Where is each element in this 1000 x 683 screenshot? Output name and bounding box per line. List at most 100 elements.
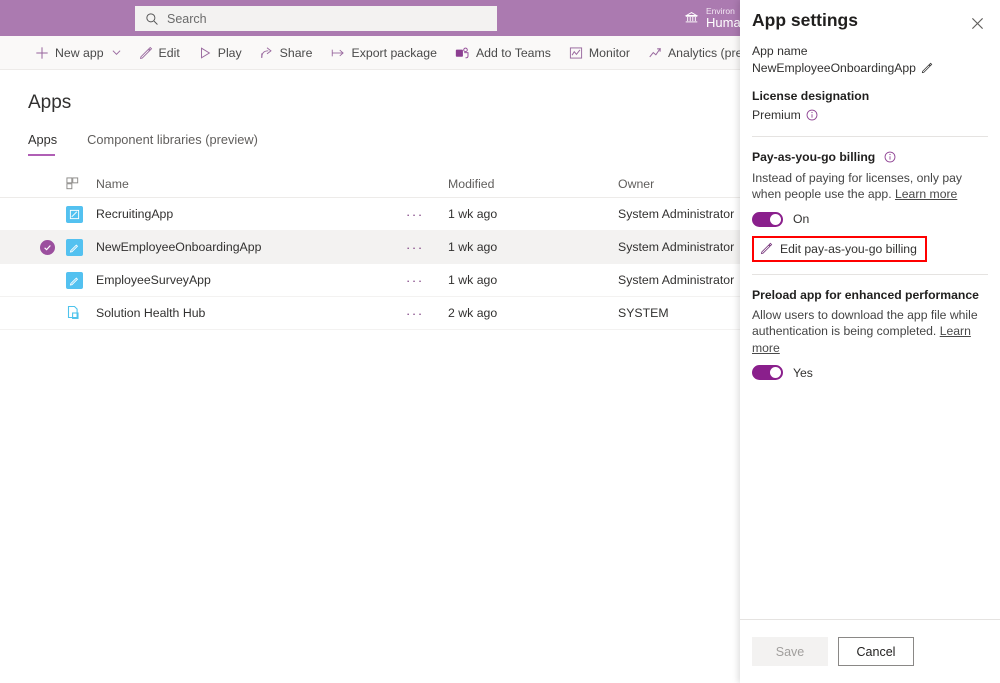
header-modified[interactable]: Modified xyxy=(448,177,618,191)
row-name[interactable]: Solution Health Hub xyxy=(96,306,406,320)
billing-description: Instead of paying for licenses, only pay… xyxy=(752,170,988,203)
command-label: Export package xyxy=(352,46,437,60)
edit-pay-as-you-go-billing-button[interactable]: Edit pay-as-you-go billing xyxy=(752,236,927,262)
command-new-app[interactable]: New app xyxy=(26,36,130,70)
command-edit[interactable]: Edit xyxy=(130,36,189,70)
pencil-icon xyxy=(921,62,933,74)
row-modified: 1 wk ago xyxy=(448,240,618,254)
billing-toggle-state: On xyxy=(793,212,809,226)
edit-app-name-button[interactable] xyxy=(921,62,933,74)
tab-apps[interactable]: Apps xyxy=(28,128,71,156)
billing-learn-more-link[interactable]: Learn more xyxy=(895,187,957,201)
table-header-row: Name Modified Owner xyxy=(0,170,740,198)
row-overflow-menu[interactable]: ··· xyxy=(406,240,448,255)
header-app-type[interactable] xyxy=(66,177,96,190)
environment-icon xyxy=(683,10,700,27)
row-overflow-menu[interactable]: ··· xyxy=(406,207,448,222)
license-row: Premium xyxy=(752,108,988,122)
command-label: Monitor xyxy=(589,46,630,60)
tab-component-libraries[interactable]: Component libraries (preview) xyxy=(87,128,272,156)
app-settings-panel: App settings App name NewEmployeeOnboard… xyxy=(740,0,1000,683)
panel-title: App settings xyxy=(752,10,858,31)
row-name[interactable]: RecruitingApp xyxy=(96,207,406,221)
preload-toggle-state: Yes xyxy=(793,366,813,380)
monitor-icon xyxy=(569,46,583,60)
table-row[interactable]: EmployeeSurveyApp ··· 1 wk ago System Ad… xyxy=(0,264,740,297)
header-name[interactable]: Name xyxy=(96,177,406,191)
row-overflow-menu[interactable]: ··· xyxy=(406,273,448,288)
command-monitor[interactable]: Monitor xyxy=(560,36,639,70)
command-label: Play xyxy=(218,46,242,60)
billing-info-button[interactable] xyxy=(884,151,896,163)
billing-label-row: Pay-as-you-go billing xyxy=(752,150,988,164)
table-row[interactable]: NewEmployeeOnboardingApp ··· 1 wk ago Sy… xyxy=(0,231,740,264)
panel-divider xyxy=(752,274,988,275)
save-button[interactable]: Save xyxy=(752,637,828,666)
pencil-icon xyxy=(760,242,773,255)
cancel-button[interactable]: Cancel xyxy=(838,637,914,666)
license-value: Premium xyxy=(752,108,801,122)
row-name[interactable]: EmployeeSurveyApp xyxy=(96,273,406,287)
billing-toggle[interactable] xyxy=(752,212,783,227)
table-row[interactable]: RecruitingApp ··· 1 wk ago System Admini… xyxy=(0,198,740,231)
row-owner: System Administrator xyxy=(618,240,740,254)
billing-label: Pay-as-you-go billing xyxy=(752,150,875,164)
app-type-icon xyxy=(66,177,79,190)
row-app-icon xyxy=(66,305,96,321)
license-label: License designation xyxy=(752,89,988,103)
preload-label: Preload app for enhanced performance xyxy=(752,288,988,302)
close-button[interactable] xyxy=(967,13,987,33)
tab-list: Apps Component libraries (preview) xyxy=(28,128,288,156)
command-export-package[interactable]: Export package xyxy=(322,36,446,70)
canvas-app-icon xyxy=(66,239,83,256)
solution-app-icon xyxy=(66,305,82,321)
search-placeholder: Search xyxy=(167,12,207,26)
pencil-icon xyxy=(139,46,153,60)
chevron-down-icon xyxy=(112,48,121,57)
license-info-button[interactable] xyxy=(806,109,818,121)
app-name-row: NewEmployeeOnboardingApp xyxy=(752,61,988,75)
command-label: New app xyxy=(55,46,104,60)
row-name[interactable]: NewEmployeeOnboardingApp xyxy=(96,240,406,254)
preload-toggle-row: Yes xyxy=(752,365,988,380)
row-owner: System Administrator xyxy=(618,273,740,287)
row-modified: 2 wk ago xyxy=(448,306,618,320)
info-icon xyxy=(806,109,818,121)
canvas-app-icon xyxy=(66,206,83,223)
share-icon xyxy=(260,46,274,60)
page-title: Apps xyxy=(28,92,71,114)
command-label: Add to Teams xyxy=(476,46,551,60)
row-owner: System Administrator xyxy=(618,207,740,221)
row-modified: 1 wk ago xyxy=(448,273,618,287)
export-icon xyxy=(331,46,346,60)
row-app-icon xyxy=(66,239,96,256)
table-row[interactable]: Solution Health Hub ··· 2 wk ago SYSTEM xyxy=(0,297,740,330)
command-play[interactable]: Play xyxy=(189,36,251,70)
header-owner[interactable]: Owner xyxy=(618,177,740,191)
search-icon xyxy=(145,12,159,26)
canvas-app-icon xyxy=(66,272,83,289)
plus-icon xyxy=(35,46,49,60)
command-share[interactable]: Share xyxy=(251,36,322,70)
checkmark-icon xyxy=(40,240,55,255)
row-overflow-menu[interactable]: ··· xyxy=(406,306,448,321)
app-name-label: App name xyxy=(752,44,988,58)
environment-name: Huma xyxy=(706,16,741,30)
panel-body: App name NewEmployeeOnboardingApp Licens… xyxy=(740,44,1000,619)
command-label: Share xyxy=(280,46,313,60)
search-input[interactable]: Search xyxy=(135,6,497,31)
panel-divider xyxy=(752,136,988,137)
app-name-value: NewEmployeeOnboardingApp xyxy=(752,61,916,75)
row-app-icon xyxy=(66,206,96,223)
info-icon xyxy=(884,151,896,163)
preload-toggle[interactable] xyxy=(752,365,783,380)
toggle-knob xyxy=(770,367,781,378)
row-app-icon xyxy=(66,272,96,289)
teams-icon xyxy=(455,46,470,60)
billing-toggle-row: On xyxy=(752,212,988,227)
toggle-knob xyxy=(770,214,781,225)
command-add-to-teams[interactable]: Add to Teams xyxy=(446,36,560,70)
row-select[interactable] xyxy=(28,240,66,255)
panel-footer: Save Cancel xyxy=(740,619,1000,683)
environment-text: Environ Huma xyxy=(706,7,741,30)
